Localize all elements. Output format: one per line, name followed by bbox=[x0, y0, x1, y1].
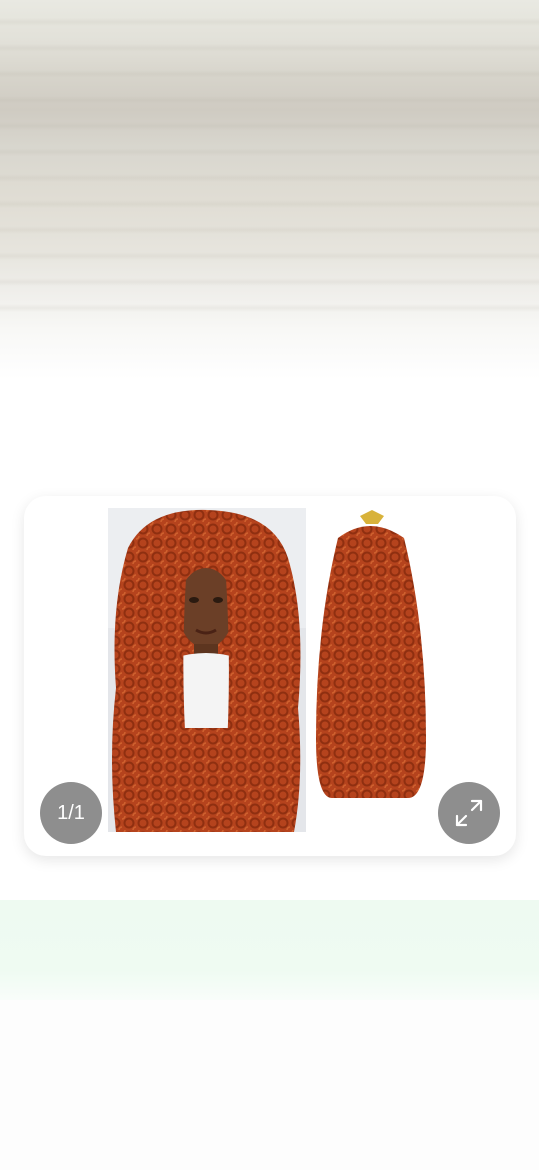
bottom-background bbox=[0, 1000, 539, 1170]
mint-section-background bbox=[0, 900, 539, 1000]
image-gallery-card: 1/1 bbox=[24, 496, 516, 856]
expand-image-button[interactable] bbox=[438, 782, 500, 844]
expand-arrows-icon bbox=[455, 799, 483, 827]
image-counter-text: 1/1 bbox=[57, 801, 85, 824]
blurred-header-background bbox=[0, 0, 539, 500]
image-counter-badge: 1/1 bbox=[40, 782, 102, 844]
product-image[interactable] bbox=[108, 508, 438, 832]
